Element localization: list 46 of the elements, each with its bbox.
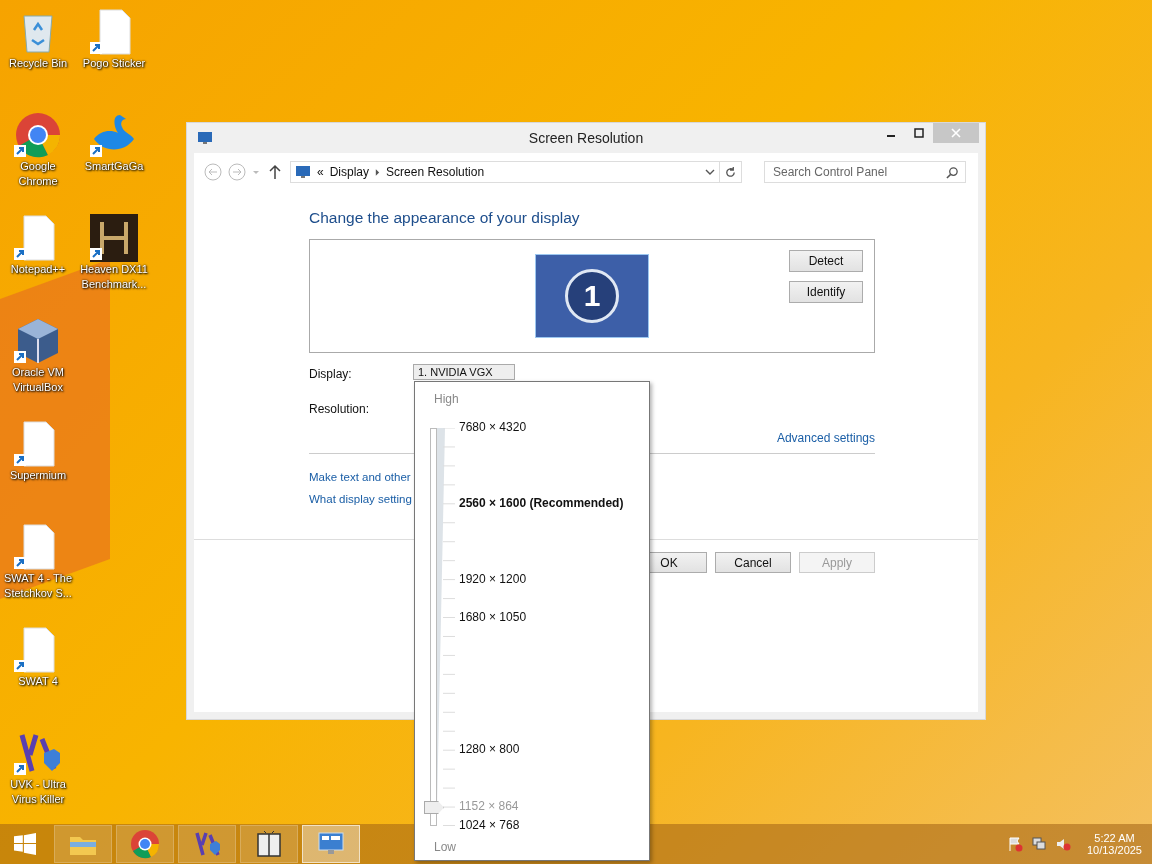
high-label: High	[434, 392, 459, 406]
browser-icon	[130, 829, 160, 859]
resolution-option[interactable]: 1280 × 800	[459, 742, 520, 757]
refresh-icon[interactable]	[724, 165, 737, 179]
dialog-button[interactable]: Cancel	[715, 552, 791, 573]
back-icon[interactable]	[204, 163, 222, 181]
window-title: Screen Resolution	[528, 130, 644, 146]
display-label: Display:	[309, 367, 353, 381]
flag-icon[interactable]	[1006, 836, 1023, 852]
resolution-option[interactable]: 1680 × 1050	[459, 609, 527, 624]
muted-speaker-icon[interactable]	[1054, 836, 1071, 852]
resolution-option[interactable]: 7680 × 4320	[459, 420, 527, 434]
browser-icon[interactable]	[14, 111, 62, 159]
forward-icon[interactable]	[228, 163, 246, 181]
resolution-option[interactable]: 1920 × 1200	[459, 571, 527, 586]
page-heading: Change the appearance of your display	[309, 209, 581, 227]
slider-thumb[interactable]	[424, 801, 444, 815]
advanced-settings-link[interactable]: Advanced settings	[776, 431, 875, 445]
side-button[interactable]: Detect	[789, 250, 863, 272]
monitor-tile[interactable]: 1	[535, 254, 649, 338]
caret-icon[interactable]	[252, 168, 260, 176]
display-dropdown[interactable]: 1. NVIDIA VGX	[413, 364, 515, 380]
search-icon[interactable]	[946, 166, 959, 179]
resolution-option[interactable]: 2560 × 1600 (Recommended)	[459, 495, 624, 510]
taskbar-app-button[interactable]	[302, 825, 360, 863]
search-field[interactable]: Search Control Panel	[764, 161, 966, 183]
game-icon[interactable]	[90, 214, 138, 262]
resolution-label: Resolution:	[309, 402, 371, 416]
monitor-icon	[197, 130, 213, 146]
refresh-button[interactable]	[720, 161, 742, 183]
side-button[interactable]: Identify	[789, 281, 863, 303]
time-text: 5:22 AM	[1094, 832, 1135, 844]
taskbar-app-button[interactable]	[240, 825, 298, 863]
address-bar[interactable]: « Display Screen Resolution	[290, 161, 720, 183]
monitor-number: 1	[583, 279, 601, 313]
date-text: 10/13/2025	[1086, 844, 1142, 856]
window-panes-icon	[254, 829, 284, 859]
network-icon[interactable]	[1030, 836, 1047, 852]
maximize-icon[interactable]	[914, 128, 924, 138]
resolution-option[interactable]: 1024 × 768	[459, 818, 520, 832]
help-link[interactable]: What display setting	[309, 493, 412, 505]
low-label: Low	[434, 840, 456, 854]
windows-logo-icon[interactable]	[14, 833, 36, 855]
help-link[interactable]: Make text and other	[309, 471, 411, 483]
taskbar-app-button[interactable]	[178, 825, 236, 863]
shield-icon	[192, 829, 222, 859]
